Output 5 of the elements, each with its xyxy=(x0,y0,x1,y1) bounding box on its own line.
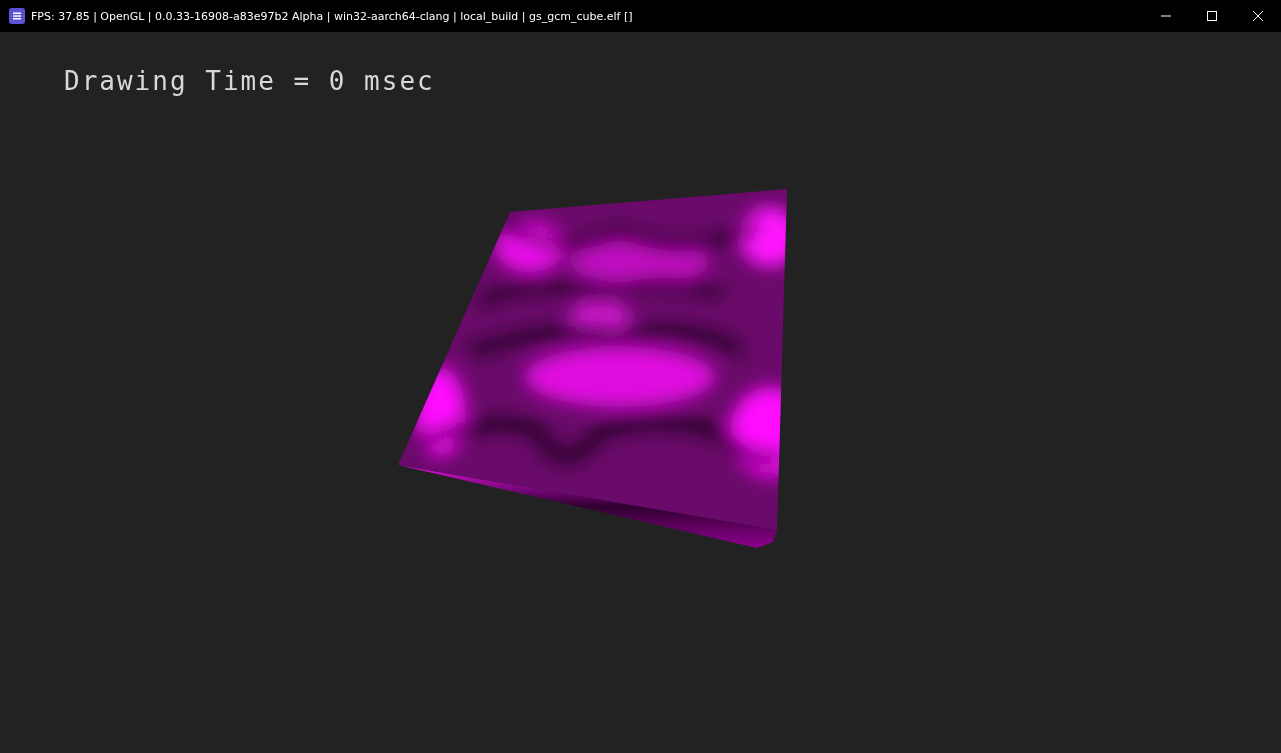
window-title: FPS: 37.85 | OpenGL | 0.0.33-16908-a83e97b2 Alpha | win32-aarch64-clang | local_build | gs_gcm_cube.elf [] xyxy=(31,9,634,23)
drawing-time-text: Drawing Time = 0 msec xyxy=(64,66,435,96)
close-icon xyxy=(1252,10,1264,22)
app-icon xyxy=(9,8,25,24)
maximize-icon xyxy=(1206,10,1218,22)
